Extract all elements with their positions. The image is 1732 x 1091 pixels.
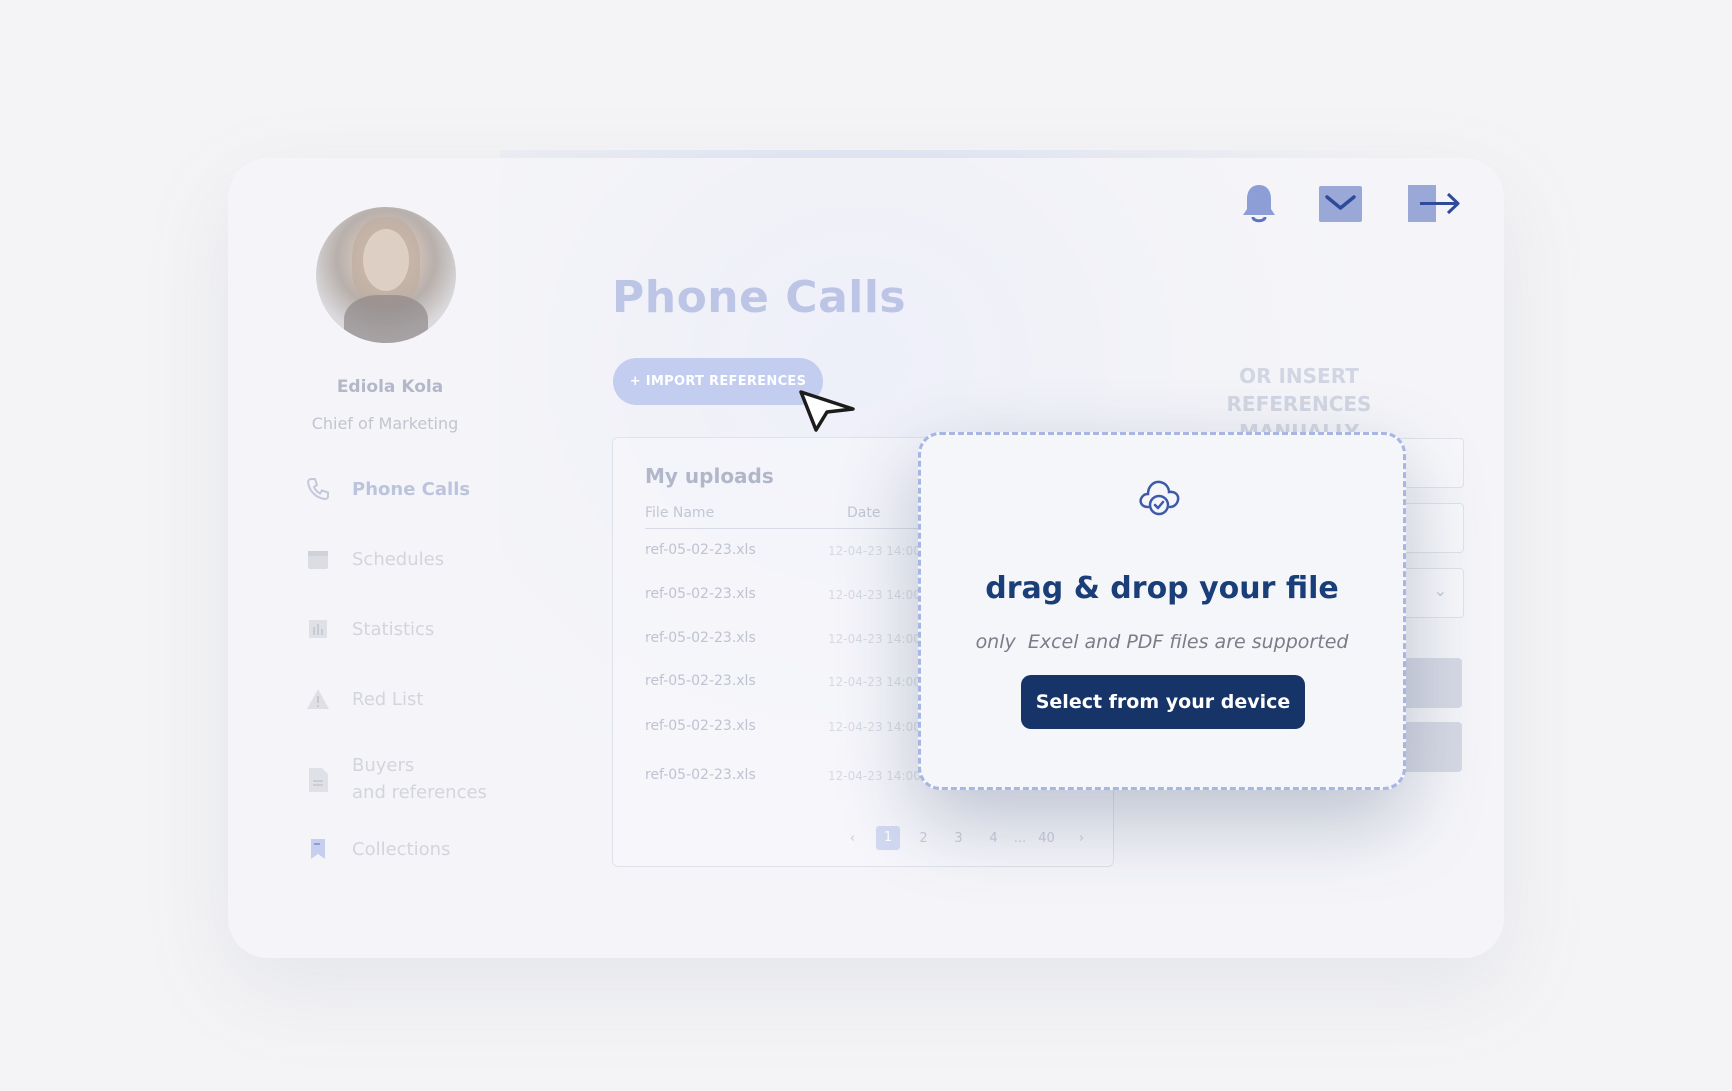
sidebar-item-label: Statistics bbox=[352, 618, 435, 640]
uploads-title: My uploads bbox=[645, 464, 774, 488]
table-row-file[interactable]: ref-05-02-23.xls bbox=[645, 630, 756, 646]
sidebar-item-label: Schedules bbox=[352, 548, 445, 570]
file-drop-zone[interactable]: drag & drop your file only Excel and PDF… bbox=[918, 432, 1406, 790]
table-row-file[interactable]: ref-05-02-23.xls bbox=[645, 767, 756, 783]
drop-zone-subtitle: only Excel and PDF files are supported bbox=[975, 631, 1349, 653]
sidebar-item-schedules[interactable]: Schedules bbox=[304, 545, 444, 573]
logout-icon[interactable] bbox=[1408, 185, 1462, 223]
cloud-check-icon bbox=[1136, 477, 1182, 519]
calendar-icon bbox=[304, 545, 332, 573]
table-row-date: 12-04-23 14:00 bbox=[828, 632, 921, 646]
sidebar-item-label-line2: and references bbox=[352, 782, 487, 803]
table-row-date: 12-04-23 14:00 bbox=[828, 720, 921, 734]
pagination-ellipsis: ... bbox=[1013, 830, 1027, 846]
chevron-down-icon: ⌄ bbox=[1433, 581, 1447, 600]
table-row-file[interactable]: ref-05-02-23.xls bbox=[645, 718, 756, 734]
pagination: ‹ 1 2 3 4 ... 40 › bbox=[835, 826, 1099, 850]
import-references-button[interactable]: + IMPORT REFERENCES bbox=[613, 358, 823, 405]
page-title: Phone Calls bbox=[612, 272, 907, 323]
pagination-page-current[interactable]: 1 bbox=[876, 826, 900, 850]
table-row-file[interactable]: ref-05-02-23.xls bbox=[645, 673, 756, 689]
pagination-next[interactable]: › bbox=[1064, 831, 1099, 846]
user-name: Ediola Kola bbox=[336, 377, 444, 397]
sidebar-item-label: Buyers bbox=[352, 755, 415, 776]
sidebar-item-buyers[interactable]: Buyers and references bbox=[304, 752, 487, 806]
sidebar-item-label: Red List bbox=[352, 688, 424, 710]
sidebar-item-red-list[interactable]: Red List bbox=[304, 685, 423, 713]
drop-zone-title: drag & drop your file bbox=[985, 571, 1339, 606]
sidebar-item-label: Phone Calls bbox=[352, 478, 471, 500]
pagination-page[interactable]: 40 bbox=[1029, 831, 1064, 846]
bookmark-icon bbox=[304, 835, 332, 863]
table-header-divider bbox=[645, 528, 945, 529]
sidebar-item-collections[interactable]: Collections bbox=[304, 835, 450, 863]
bar-chart-icon bbox=[304, 615, 332, 643]
table-row-date: 12-04-23 14:00 bbox=[828, 588, 921, 602]
mouse-cursor-icon bbox=[797, 388, 857, 434]
table-row-date: 12-04-23 14:00 bbox=[828, 544, 921, 558]
sidebar-item-phone-calls[interactable]: Phone Calls bbox=[304, 475, 470, 503]
warning-icon bbox=[304, 685, 332, 713]
pagination-page[interactable]: 3 bbox=[941, 831, 976, 846]
column-header-file-name[interactable]: File Name bbox=[645, 505, 714, 521]
document-icon bbox=[304, 766, 332, 794]
phone-icon bbox=[304, 475, 332, 503]
avatar[interactable] bbox=[316, 207, 456, 343]
bell-icon[interactable] bbox=[1240, 182, 1278, 226]
user-role: Chief of Marketing bbox=[311, 414, 459, 433]
pagination-page[interactable]: 2 bbox=[906, 831, 941, 846]
table-row-file[interactable]: ref-05-02-23.xls bbox=[645, 586, 756, 602]
sidebar-item-label: Collections bbox=[352, 838, 451, 860]
mail-icon[interactable] bbox=[1319, 186, 1362, 222]
table-row-file[interactable]: ref-05-02-23.xls bbox=[645, 542, 756, 558]
pagination-page[interactable]: 4 bbox=[976, 831, 1011, 846]
sidebar-item-statistics[interactable]: Statistics bbox=[304, 615, 434, 643]
column-header-date[interactable]: Date bbox=[847, 505, 880, 521]
table-row-date: 12-04-23 14:00 bbox=[828, 675, 921, 689]
pagination-prev[interactable]: ‹ bbox=[835, 831, 870, 846]
table-row-date: 12-04-23 14:00 bbox=[828, 769, 921, 783]
select-from-device-button[interactable]: Select from your device bbox=[1021, 675, 1305, 729]
